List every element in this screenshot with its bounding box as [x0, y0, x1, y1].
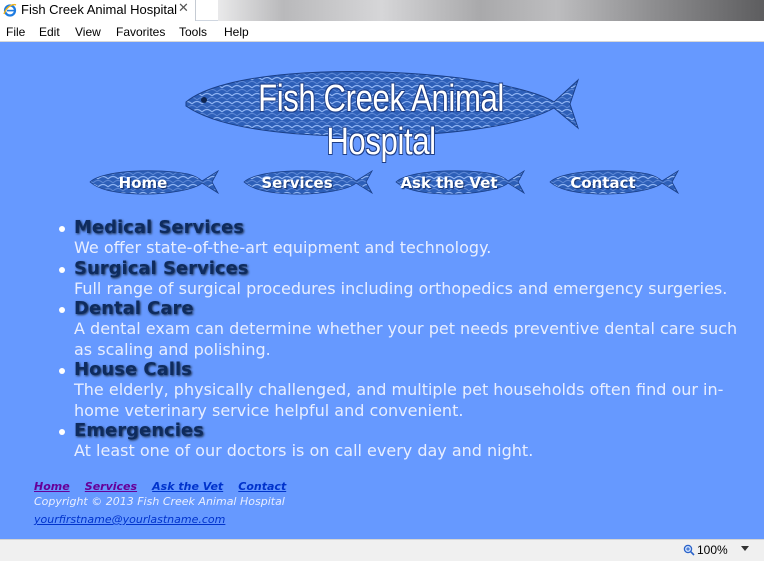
- service-description: We offer state-of-the-art equipment and …: [74, 238, 492, 257]
- service-title: Surgical Services: [74, 257, 249, 279]
- nav-services-button[interactable]: Services: [242, 167, 374, 197]
- footer-nav: Home Services Ask the Vet Contact: [34, 475, 434, 494]
- copyright-text: Copyright © 2013 Fish Creek Animal Hospi…: [34, 495, 285, 508]
- tab-title: Fish Creek Animal Hospital: [21, 2, 178, 17]
- footer-link-contact[interactable]: Contact: [238, 480, 286, 493]
- status-bar: 100%: [0, 539, 764, 561]
- footer-link-ask-the-vet[interactable]: Ask the Vet: [152, 480, 223, 493]
- services-list: Medical Services We offer state-of-the-a…: [56, 218, 746, 462]
- nav-services-label: Services: [261, 174, 333, 192]
- menu-favorites[interactable]: Favorites: [116, 25, 165, 39]
- menu-help[interactable]: Help: [224, 25, 249, 39]
- list-item: House Calls The elderly, physically chal…: [56, 360, 746, 421]
- bullet-icon: [59, 266, 65, 273]
- bullet-icon: [59, 226, 65, 232]
- list-item: Emergencies At least one of our doctors …: [56, 421, 746, 462]
- nav-home-label: Home: [118, 174, 168, 192]
- menu-file[interactable]: File: [6, 25, 25, 39]
- menu-tools[interactable]: Tools: [179, 25, 207, 39]
- service-title: Emergencies: [74, 420, 204, 441]
- nav-ask-the-vet-label: Ask the Vet: [400, 174, 498, 192]
- other-tabs-blurred: [218, 0, 764, 21]
- menu-bar: File Edit View Favorites Tools Help: [0, 21, 764, 42]
- bullet-icon: [59, 307, 65, 313]
- bullet-icon: [59, 368, 65, 374]
- web-page: Fish Creek Animal Hospital Home Services…: [0, 42, 764, 539]
- footer-link-services[interactable]: Services: [85, 480, 137, 493]
- service-title: Dental Care: [74, 298, 194, 319]
- zoom-level[interactable]: 100%: [697, 543, 728, 557]
- site-logo: Fish Creek Animal Hospital: [182, 62, 580, 163]
- tab-close-icon[interactable]: ✕: [178, 1, 189, 16]
- nav-contact-button[interactable]: Contact: [548, 167, 680, 197]
- service-description: A dental exam can determine whether your…: [74, 319, 738, 359]
- email-link[interactable]: yourfirstname@yourlastname.com: [34, 513, 225, 526]
- logo-title: Fish Creek Animal Hospital: [258, 78, 504, 163]
- chevron-down-icon[interactable]: [741, 546, 749, 551]
- service-description: Full range of surgical procedures includ…: [74, 278, 728, 298]
- nav-contact-label: Contact: [570, 174, 636, 192]
- service-title: House Calls: [74, 359, 192, 380]
- zoom-magnifier-icon[interactable]: [683, 544, 695, 556]
- internet-explorer-icon: [3, 4, 17, 17]
- service-description: At least one of our doctors is on call e…: [74, 441, 534, 460]
- list-item: Surgical Services Full range of surgical…: [56, 257, 746, 300]
- list-item: Medical Services We offer state-of-the-a…: [56, 218, 746, 259]
- menu-view[interactable]: View: [75, 25, 101, 39]
- list-item: Dental Care A dental exam can determine …: [56, 299, 746, 360]
- nav-ask-the-vet-button[interactable]: Ask the Vet: [394, 167, 526, 197]
- nav-home-button[interactable]: Home: [88, 167, 220, 197]
- service-title: Medical Services: [74, 217, 244, 238]
- page-footer: Home Services Ask the Vet Contact Copyri…: [34, 475, 434, 527]
- browser-tab-bar: Fish Creek Animal Hospital ✕: [0, 0, 764, 21]
- bullet-icon: [59, 429, 65, 435]
- browser-tab[interactable]: Fish Creek Animal Hospital ✕: [0, 0, 196, 21]
- menu-edit[interactable]: Edit: [39, 25, 60, 39]
- service-description: The elderly, physically challenged, and …: [74, 380, 724, 420]
- footer-link-home[interactable]: Home: [34, 480, 70, 493]
